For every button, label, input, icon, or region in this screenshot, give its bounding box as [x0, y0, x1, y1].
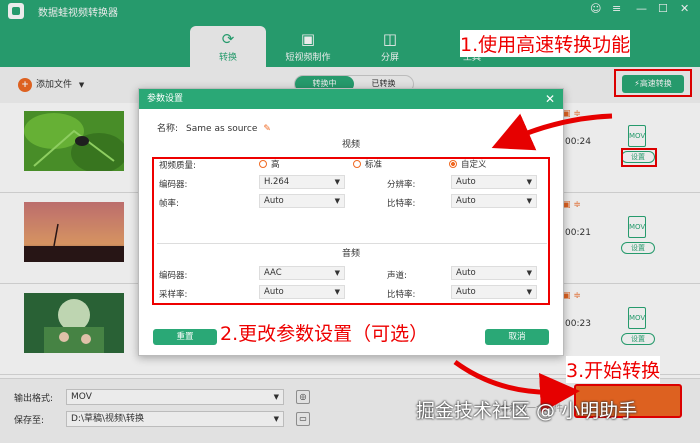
annotation-step2: 2.更改参数设置（可选）: [220, 319, 429, 346]
watermark: 掘金技术社区 @ 小明助手: [416, 400, 638, 422]
annotation-step3: 3.开始转换: [566, 356, 661, 383]
annotation-step1: 1.使用高速转换功能: [460, 30, 631, 57]
arrow-to-parameters: [491, 113, 613, 151]
arrow-to-start: [453, 359, 580, 413]
